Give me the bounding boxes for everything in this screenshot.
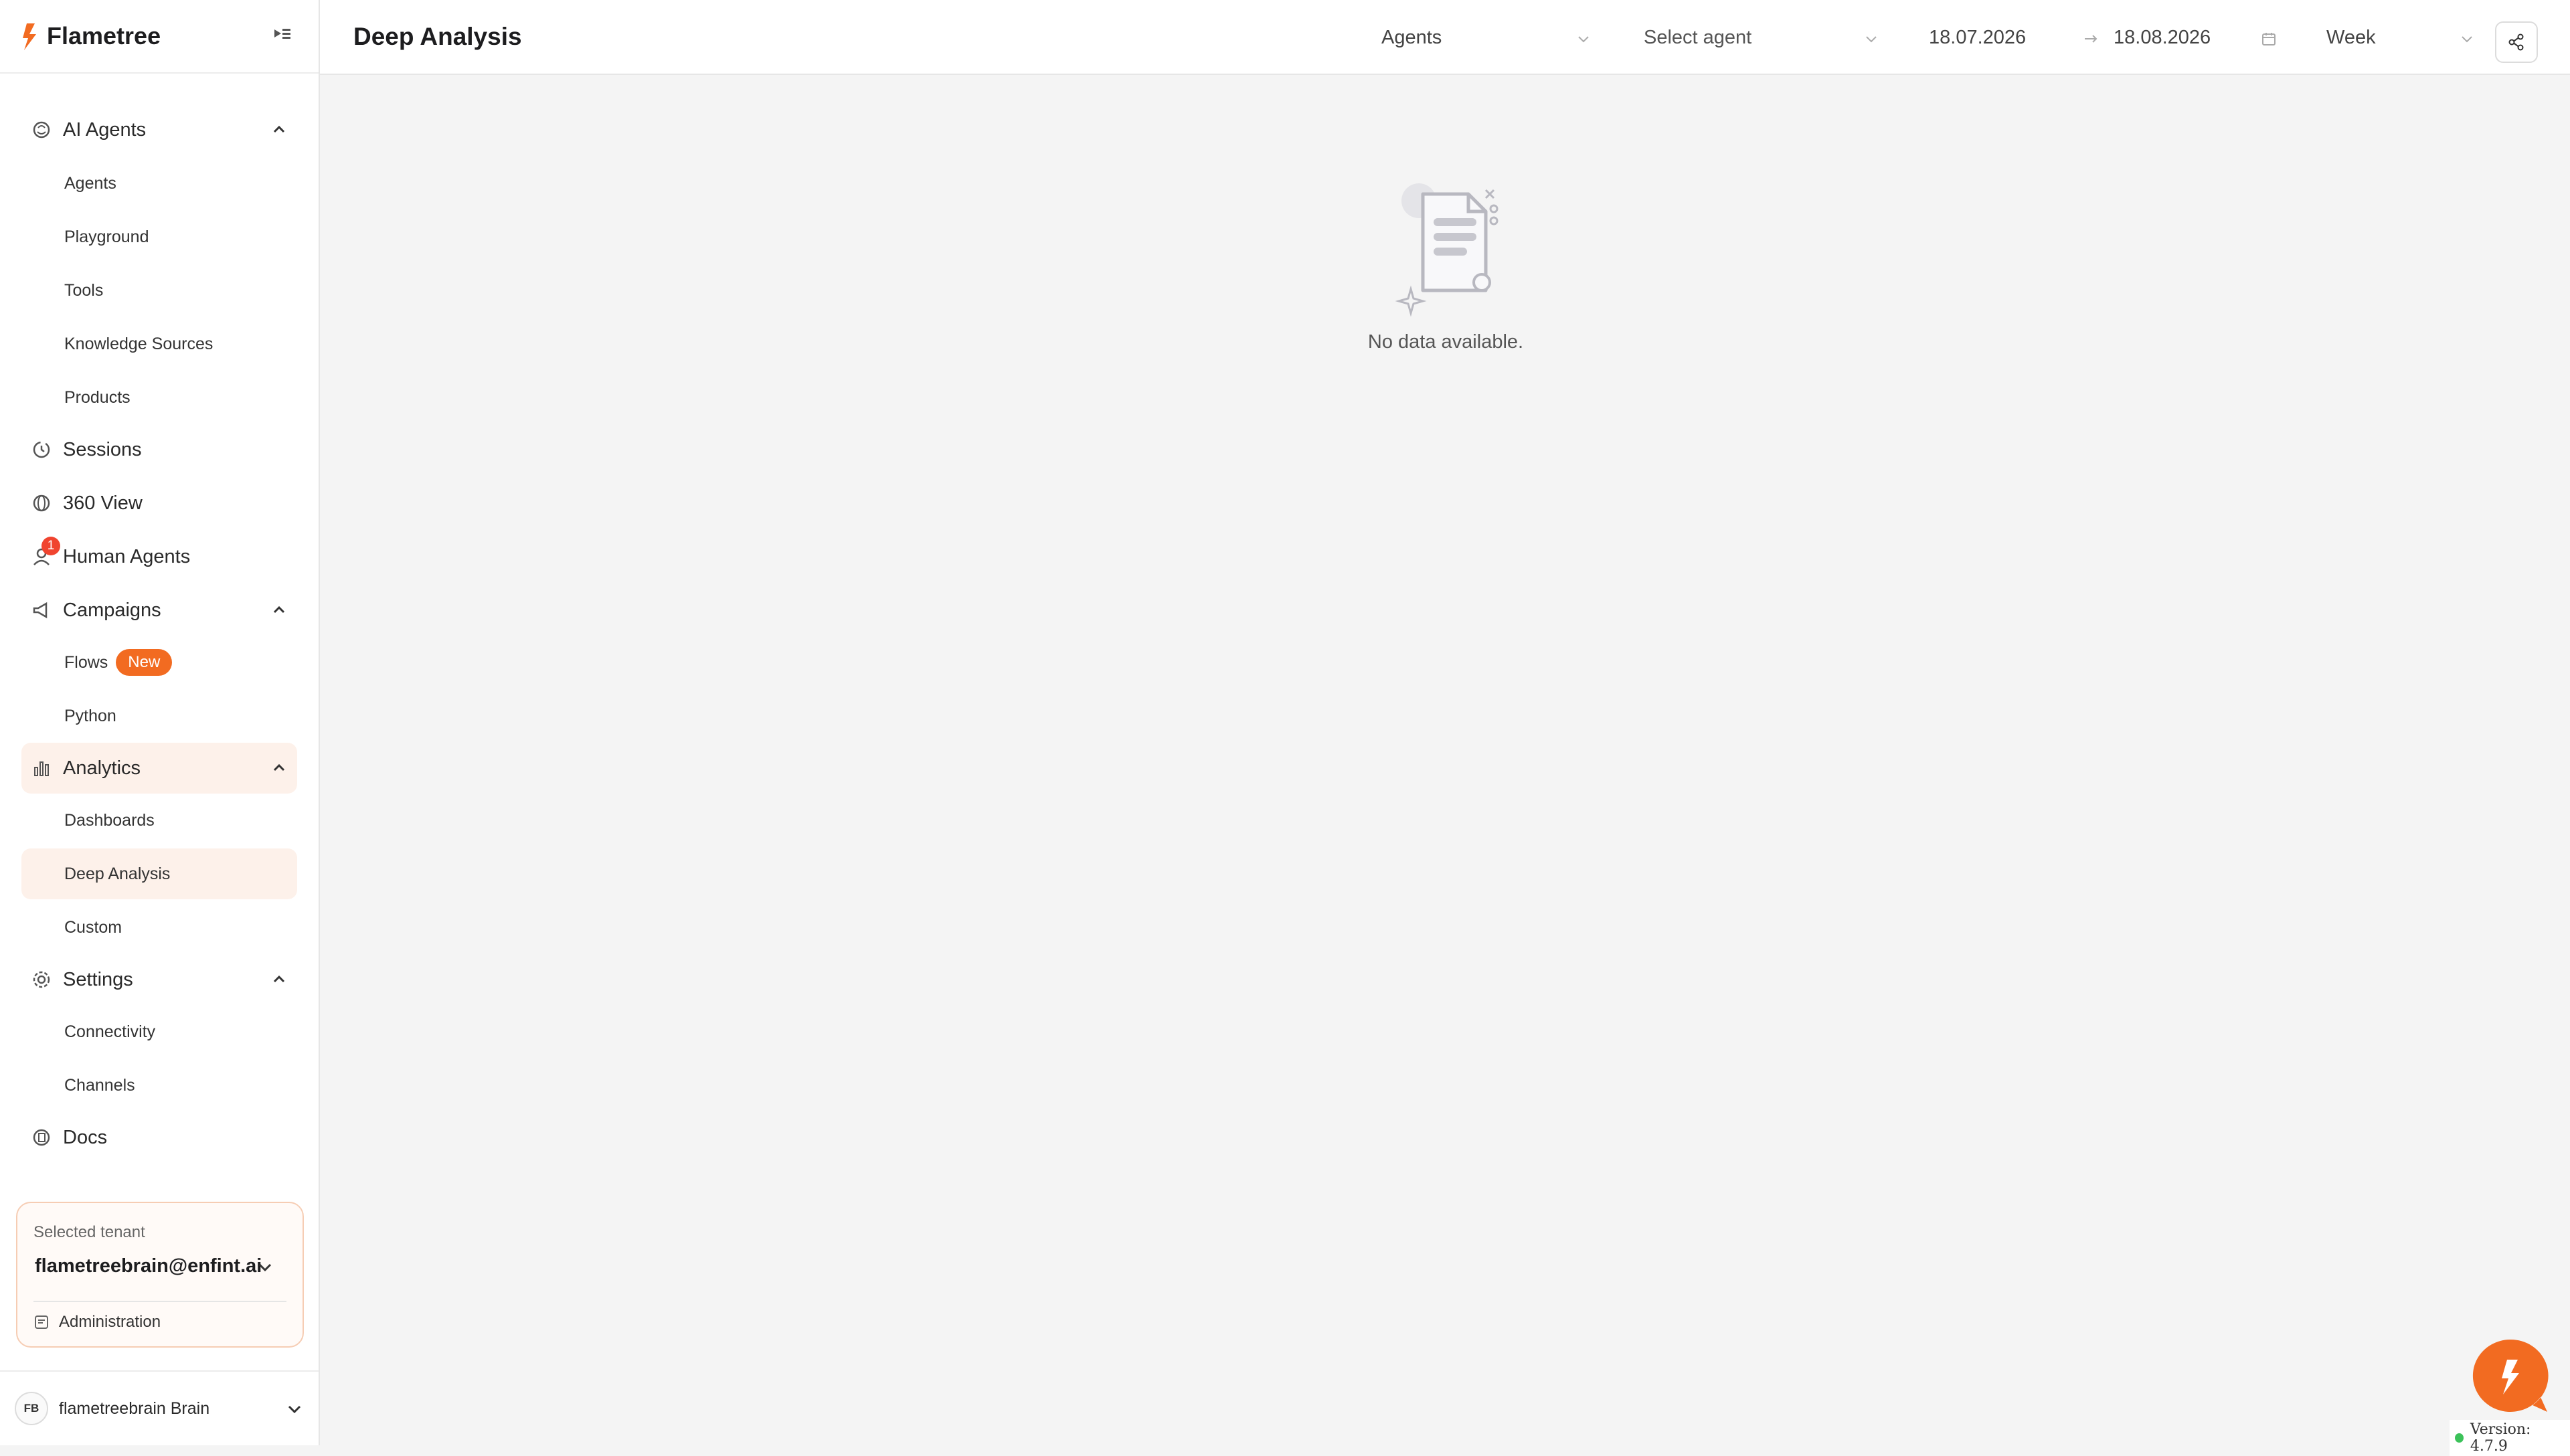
sidebar-group-campaigns[interactable]: Campaigns xyxy=(21,585,297,636)
sidebar-group-label: Settings xyxy=(63,968,133,990)
chevron-down-icon[interactable] xyxy=(2459,31,2475,47)
share-icon xyxy=(2508,33,2524,51)
sidebar-group-sessions[interactable]: Sessions xyxy=(21,424,297,475)
docs-icon xyxy=(31,1127,52,1148)
status-dot xyxy=(2455,1433,2464,1443)
date-from-input[interactable]: 18.07.2026 xyxy=(1929,27,2026,49)
sidebar-group-label: Docs xyxy=(63,1126,108,1148)
chat-assistant-button[interactable] xyxy=(2471,1338,2549,1413)
sidebar-item-custom[interactable]: Custom xyxy=(21,902,297,953)
empty-state-text: No data available. xyxy=(1367,331,1524,353)
brand-name: Flametree xyxy=(47,22,161,50)
date-to-input[interactable]: 18.08.2026 xyxy=(2114,27,2211,49)
administration-label: Administration xyxy=(59,1313,161,1331)
sidebar-item-agents[interactable]: Agents xyxy=(21,158,297,209)
sidebar-item-tools[interactable]: Tools xyxy=(21,265,297,316)
new-badge: New xyxy=(116,649,173,676)
divider xyxy=(33,1301,286,1302)
sidebar-item-flows[interactable]: Flows New xyxy=(21,637,297,688)
sidebar-item-deep-analysis[interactable]: Deep Analysis xyxy=(21,848,297,899)
version-indicator: Version: 4.7.9 xyxy=(2450,1420,2570,1456)
sidebar-item-label: Tools xyxy=(64,280,104,300)
arrow-right-icon xyxy=(2085,35,2097,43)
notification-badge: 1 xyxy=(41,537,60,555)
sidebar-item-python[interactable]: Python xyxy=(21,691,297,741)
sidebar-group-ai-agents[interactable]: AI Agents xyxy=(21,104,297,155)
calendar-icon[interactable] xyxy=(2261,31,2277,47)
empty-state: No data available. xyxy=(1292,174,1600,353)
sidebar-item-label: Agents xyxy=(64,173,116,193)
granularity-select[interactable]: Week xyxy=(2326,27,2376,49)
bar-chart-icon xyxy=(31,757,52,779)
globe-icon xyxy=(31,492,52,514)
sidebar-group-settings[interactable]: Settings xyxy=(21,954,297,1005)
flametree-logo-icon xyxy=(23,23,36,50)
sidebar-item-label: Products xyxy=(64,387,131,407)
chevron-down-icon[interactable] xyxy=(256,1258,274,1277)
page-title: Deep Analysis xyxy=(353,23,522,50)
chevron-down-icon[interactable] xyxy=(285,1400,304,1419)
chevron-up-icon[interactable] xyxy=(270,121,288,139)
sidebar-item-label: Dashboards xyxy=(64,810,155,830)
sidebar-item-label: Playground xyxy=(64,227,149,246)
sidebar-group-analytics[interactable]: Analytics xyxy=(21,743,297,794)
sidebar-group-label: Campaigns xyxy=(63,599,161,621)
page-header: Deep Analysis Agents Select agent 18.07.… xyxy=(320,0,2570,75)
history-icon xyxy=(31,439,52,460)
chevron-up-icon[interactable] xyxy=(270,602,288,619)
user-name: flametreebrain Brain xyxy=(59,1398,210,1418)
avatar: FB xyxy=(15,1392,48,1425)
sidebar-group-label: 360 View xyxy=(63,492,143,514)
chevron-up-icon[interactable] xyxy=(270,971,288,988)
gear-icon xyxy=(31,969,52,990)
tenant-label: Selected tenant xyxy=(33,1223,145,1241)
version-text: Version: 4.7.9 xyxy=(2470,1421,2531,1455)
type-filter-select[interactable]: Agents xyxy=(1381,27,1442,49)
sidebar: Flametree AI Agents Agents Playground To… xyxy=(0,0,320,1445)
empty-document-icon xyxy=(1395,183,1498,317)
sidebar-item-label: Knowledge Sources xyxy=(64,334,213,353)
sidebar-item-dashboards[interactable]: Dashboards xyxy=(21,795,297,846)
user-menu[interactable]: FB flametreebrain Brain xyxy=(0,1370,319,1445)
sidebar-group-360-view[interactable]: 360 View xyxy=(21,478,297,529)
sidebar-group-label: Sessions xyxy=(63,438,142,460)
sidebar-item-connectivity[interactable]: Connectivity xyxy=(21,1006,297,1057)
sidebar-item-label: Custom xyxy=(64,917,122,937)
sidebar-item-label: Python xyxy=(64,706,116,725)
tenant-selector[interactable]: Selected tenant flametreebrain@enfint.ai… xyxy=(16,1202,304,1348)
admin-icon xyxy=(35,1315,48,1329)
sidebar-item-label: Channels xyxy=(64,1075,135,1095)
brain-icon xyxy=(31,119,52,141)
brand: Flametree xyxy=(0,0,319,74)
sidebar-group-label: Analytics xyxy=(63,757,141,779)
sidebar-item-channels[interactable]: Channels xyxy=(21,1060,297,1111)
sidebar-item-playground[interactable]: Playground xyxy=(21,211,297,262)
chevron-down-icon[interactable] xyxy=(1575,31,1592,47)
sidebar-item-label: Deep Analysis xyxy=(64,864,171,883)
collapse-sidebar-icon[interactable] xyxy=(272,23,293,44)
share-button[interactable] xyxy=(2495,21,2538,63)
sidebar-group-docs[interactable]: Docs xyxy=(21,1112,297,1163)
sidebar-group-label: AI Agents xyxy=(63,118,147,141)
megaphone-icon xyxy=(31,600,52,621)
sidebar-group-human-agents[interactable]: 1 Human Agents xyxy=(21,531,297,582)
administration-link[interactable]: Administration xyxy=(33,1313,161,1332)
sidebar-group-label: Human Agents xyxy=(63,545,191,567)
agent-filter-select[interactable]: Select agent xyxy=(1644,27,1751,49)
tenant-value[interactable]: flametreebrain@enfint.ai xyxy=(35,1255,262,1277)
sidebar-item-products[interactable]: Products xyxy=(21,372,297,423)
sidebar-item-label: Flows xyxy=(64,652,108,672)
sidebar-item-label: Connectivity xyxy=(64,1022,156,1041)
chevron-down-icon[interactable] xyxy=(1863,31,1879,47)
sidebar-item-knowledge-sources[interactable]: Knowledge Sources xyxy=(21,318,297,369)
chevron-up-icon[interactable] xyxy=(270,759,288,777)
